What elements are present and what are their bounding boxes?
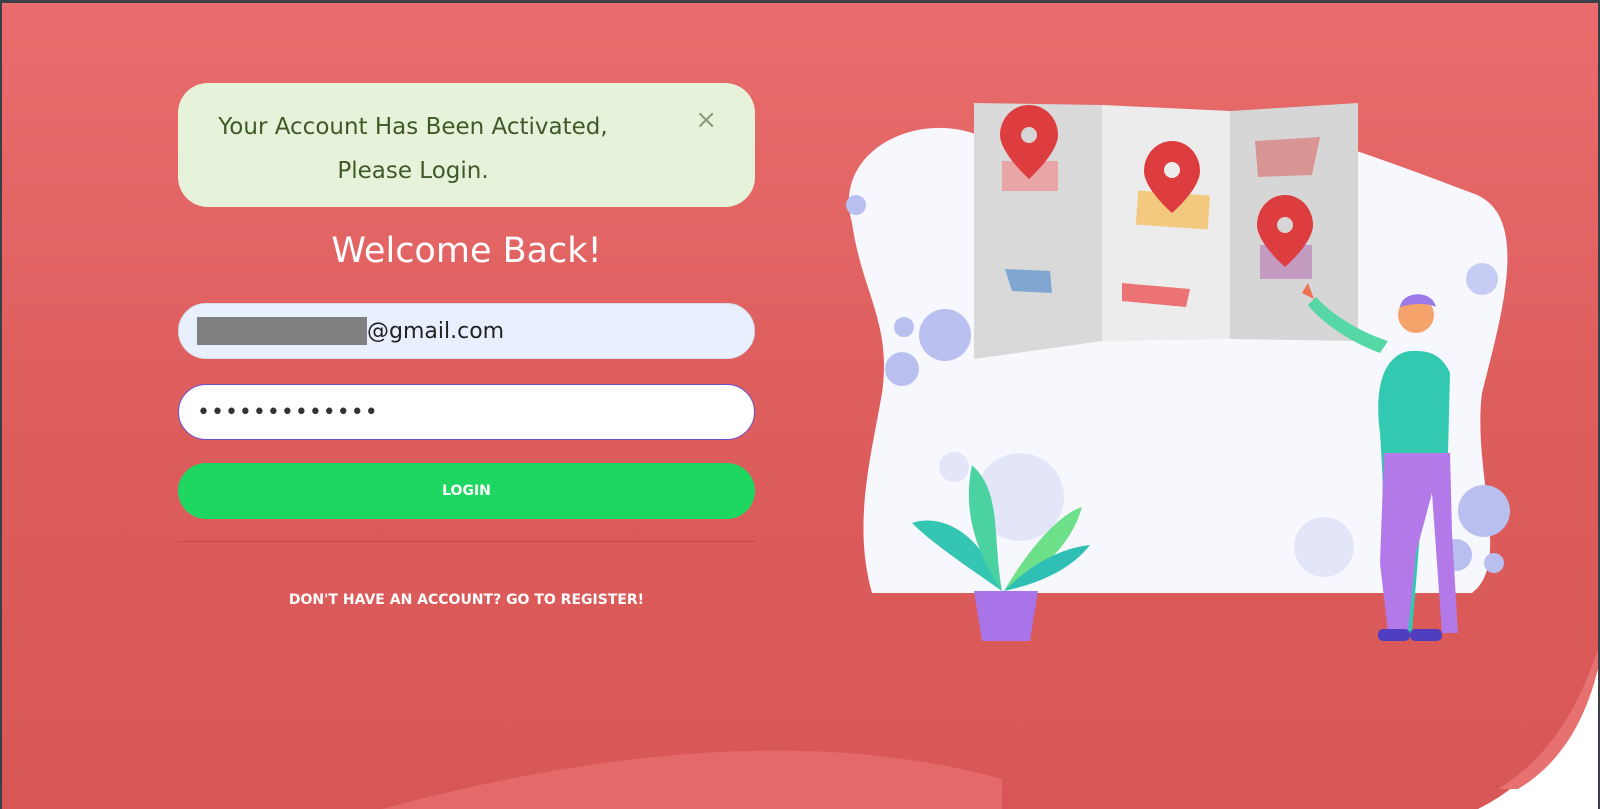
email-field[interactable]: @gmail.com [178,303,755,359]
login-page: Your Account Has Been Activated, Please … [2,3,1598,809]
alert-line-2: Please Login. [337,158,489,184]
password-value: ••••••••••••• [197,399,379,425]
bottom-wave-decoration [382,750,1002,809]
bubble [1484,553,1504,573]
bubble [939,452,969,482]
bubble [894,317,914,337]
bubble [1294,517,1354,577]
page-title: Welcome Back! [331,231,602,271]
email-value: @gmail.com [367,318,505,344]
alert-message: Your Account Has Been Activated, Please … [208,105,618,193]
alert-line-1: Your Account Has Been Activated, [218,114,608,140]
divider [178,541,755,542]
password-field[interactable]: ••••••••••••• [178,384,755,440]
register-link[interactable]: DON'T HAVE AN ACCOUNT? GO TO REGISTER! [178,592,755,608]
activation-alert: Your Account Has Been Activated, Please … [178,83,755,207]
bubble [885,352,919,386]
corner-decoration [1478,649,1598,809]
redacted-email-prefix [197,317,367,345]
bubble [1458,485,1510,537]
login-button[interactable]: LOGIN [178,463,755,519]
bubble [846,195,866,215]
bubble [1466,263,1498,295]
map-illustration [846,103,1510,641]
close-icon[interactable]: × [695,107,717,133]
bubble [919,309,971,361]
